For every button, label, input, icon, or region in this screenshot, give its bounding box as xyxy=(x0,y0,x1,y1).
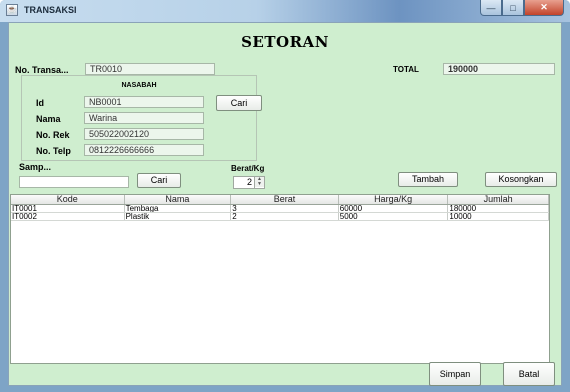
cari-nasabah-button[interactable]: Cari xyxy=(216,95,262,111)
no-rek-field[interactable]: 505022002120 xyxy=(84,128,204,140)
nasabah-title: NASABAH xyxy=(121,82,157,89)
simpan-button[interactable]: Simpan xyxy=(429,362,481,386)
maximize-button[interactable]: □ xyxy=(502,0,524,16)
berat-value[interactable]: 2 xyxy=(234,177,254,188)
no-transaksi-label: No. Transa... xyxy=(15,65,69,75)
batal-button[interactable]: Batal xyxy=(503,362,555,386)
column-header-kode[interactable]: Kode xyxy=(11,195,125,204)
table-cell[interactable]: IT0002 xyxy=(11,213,125,220)
table-body: IT0001 Tembaga 3 60000 180000 IT0002 Plastik 2 5… xyxy=(11,205,549,221)
tambah-button[interactable]: Tambah xyxy=(398,172,458,187)
nama-field[interactable]: Warina xyxy=(84,112,204,124)
id-field[interactable]: NB0001 xyxy=(84,96,204,108)
table-cell[interactable]: Plastik xyxy=(125,213,232,220)
id-label: Id xyxy=(36,98,44,108)
transaksi-table[interactable]: Kode Nama Berat Harga/Kg Jumlah IT0001 Tembag… xyxy=(10,194,550,364)
java-app-icon: ☕ xyxy=(6,4,18,16)
kosongkan-button[interactable]: Kosongkan xyxy=(485,172,557,187)
nasabah-panel: NASABAH Id NB0001 Cari Nama Warina No. R… xyxy=(21,75,262,161)
table-cell[interactable]: 3 xyxy=(231,205,339,212)
column-header-jumlah[interactable]: Jumlah xyxy=(448,195,549,204)
no-telp-label: No. Telp xyxy=(36,146,71,156)
table-row[interactable]: IT0001 Tembaga 3 60000 180000 xyxy=(11,205,549,213)
page-title: SETORAN xyxy=(241,33,329,51)
total-label: TOTAL xyxy=(393,65,419,74)
window-title: TRANSAKSI xyxy=(24,5,77,15)
nama-label: Nama xyxy=(36,114,61,124)
berat-spinner[interactable]: 2 ▲ ▼ xyxy=(233,176,265,189)
table-cell[interactable]: 10000 xyxy=(448,213,549,220)
sampah-label: Samp... xyxy=(19,162,52,172)
table-cell[interactable]: 60000 xyxy=(339,205,449,212)
no-rek-label: No. Rek xyxy=(36,130,70,140)
title-bar[interactable]: ☕ TRANSAKSI — □ ✕ xyxy=(0,0,570,22)
total-field[interactable]: 190000 xyxy=(443,63,555,75)
spinner-arrows[interactable]: ▲ ▼ xyxy=(254,177,264,188)
no-telp-field[interactable]: 0812226666666 xyxy=(84,144,204,156)
table-cell[interactable]: 2 xyxy=(231,213,339,220)
table-cell[interactable]: 180000 xyxy=(448,205,549,212)
table-cell[interactable]: 5000 xyxy=(339,213,449,220)
column-header-nama[interactable]: Nama xyxy=(125,195,232,204)
spinner-down-icon[interactable]: ▼ xyxy=(255,182,264,187)
app-window: ☕ TRANSAKSI — □ ✕ SETORAN No. Transa... … xyxy=(0,0,570,392)
berat-label: Berat/Kg xyxy=(231,164,265,173)
table-cell[interactable]: Tembaga xyxy=(125,205,232,212)
cari-sampah-button[interactable]: Cari xyxy=(137,173,181,188)
table-header: Kode Nama Berat Harga/Kg Jumlah xyxy=(11,195,549,205)
column-header-harga-kg[interactable]: Harga/Kg xyxy=(339,195,449,204)
table-row[interactable]: IT0002 Plastik 2 5000 10000 xyxy=(11,213,549,221)
close-button[interactable]: ✕ xyxy=(524,0,564,16)
setoran-form: SETORAN No. Transa... TR0010 TOTAL 19000… xyxy=(8,22,562,386)
minimize-button[interactable]: — xyxy=(480,0,502,16)
column-header-berat[interactable]: Berat xyxy=(231,195,339,204)
table-cell[interactable]: IT0001 xyxy=(11,205,125,212)
sampah-field[interactable] xyxy=(19,176,129,188)
window-controls: — □ ✕ xyxy=(480,0,564,18)
no-transaksi-field[interactable]: TR0010 xyxy=(85,63,215,75)
